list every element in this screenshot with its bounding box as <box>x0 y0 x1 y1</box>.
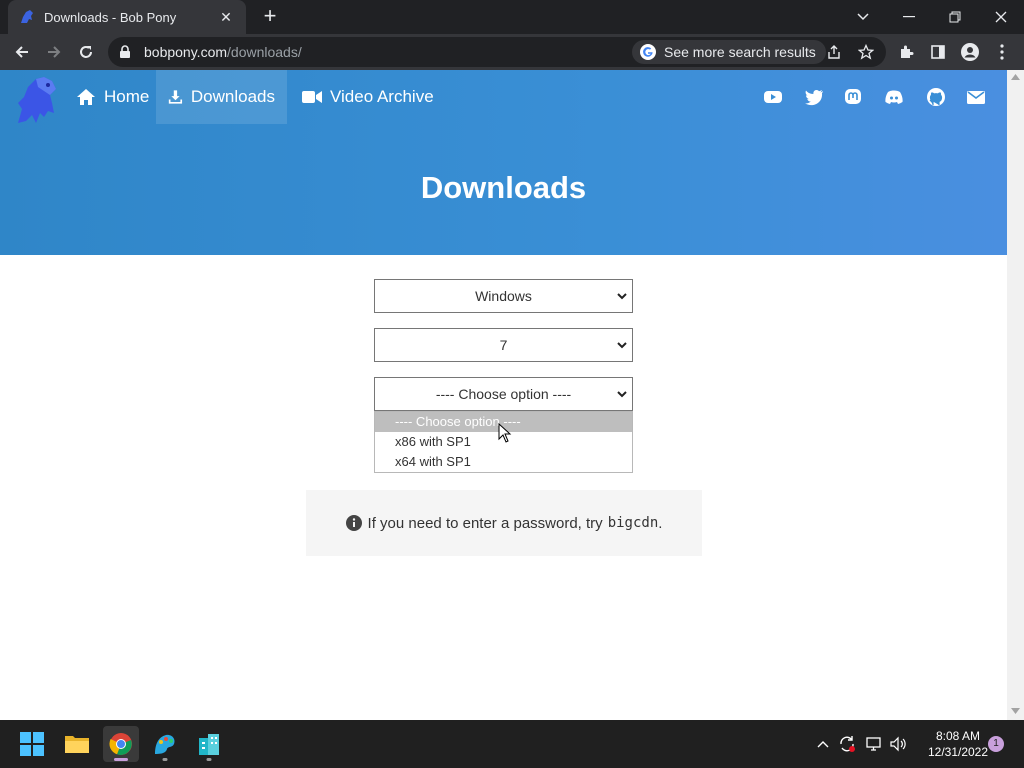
notification-badge[interactable]: 1 <box>988 736 1004 752</box>
nav-video-archive[interactable]: Video Archive <box>290 70 446 124</box>
windows-taskbar: 8:08 AM 12/31/2022 1 <box>0 720 1024 768</box>
url-host: bobpony.com <box>144 44 228 60</box>
bobpony-favicon-icon <box>21 10 33 23</box>
menu-kebab-icon[interactable] <box>988 38 1016 66</box>
browser-tab-bar: Downloads - Bob Pony ✕ + <box>0 0 1024 34</box>
pinned-app-paint[interactable] <box>147 726 183 762</box>
url-path: /downloads/ <box>227 44 302 60</box>
nav-home[interactable]: Home <box>64 70 161 124</box>
discord-icon[interactable] <box>884 87 904 107</box>
restore-button[interactable] <box>932 0 978 34</box>
chrome-app[interactable] <box>103 726 139 762</box>
address-bar[interactable]: bobpony.com/downloads/ See more search r… <box>108 37 886 67</box>
bobpony-logo-icon[interactable] <box>10 73 62 125</box>
download-icon <box>168 90 183 104</box>
forward-button[interactable] <box>40 38 68 66</box>
extensions-icon[interactable] <box>892 38 920 66</box>
side-panel-icon[interactable] <box>924 38 952 66</box>
page-viewport: Home Downloads Video Archive Downloads W… <box>0 70 1007 720</box>
tab-search-icon[interactable] <box>840 0 886 34</box>
os-select[interactable]: Windows <box>374 279 633 313</box>
twitter-icon[interactable] <box>804 87 824 107</box>
file-explorer-app[interactable] <box>59 726 95 762</box>
google-icon <box>640 44 656 60</box>
pinned-app-buildings[interactable] <box>191 726 227 762</box>
start-button[interactable] <box>14 726 50 762</box>
page-title: Downloads <box>420 170 587 205</box>
share-icon[interactable] <box>820 38 848 66</box>
tab-title: Downloads - Bob Pony <box>44 9 177 25</box>
folder-icon <box>65 736 89 753</box>
nav-video-archive-label: Video Archive <box>330 87 434 106</box>
password-note: If you need to enter a password, try big… <box>306 490 702 556</box>
tray-overflow-chevron-icon[interactable] <box>813 734 833 754</box>
running-indicator <box>206 758 212 761</box>
running-indicator <box>162 758 168 761</box>
back-button[interactable] <box>8 38 36 66</box>
chrome-icon <box>109 733 132 755</box>
site-navbar: Home Downloads Video Archive <box>0 70 1007 124</box>
version-select[interactable]: 7 <box>374 328 633 362</box>
nav-home-label: Home <box>104 87 150 106</box>
edition-select[interactable]: ---- Choose option ---- <box>374 377 633 411</box>
reload-button[interactable] <box>72 38 100 66</box>
github-icon[interactable] <box>926 87 946 107</box>
info-icon <box>345 515 362 531</box>
active-indicator <box>114 758 128 761</box>
browser-tab[interactable]: Downloads - Bob Pony ✕ <box>8 0 246 34</box>
chevron-down-icon <box>617 342 627 349</box>
sync-icon[interactable] <box>837 734 857 754</box>
home-icon <box>77 89 95 105</box>
buildings-icon <box>199 734 219 755</box>
mouse-cursor-icon <box>498 423 512 443</box>
lock-icon <box>120 45 130 58</box>
password-code: bigcdn <box>607 515 659 531</box>
bookmark-star-icon[interactable] <box>852 38 880 66</box>
mastodon-icon[interactable] <box>843 87 863 107</box>
nav-downloads[interactable]: Downloads <box>156 70 287 124</box>
video-camera-icon <box>302 91 322 103</box>
search-results-chip[interactable]: See more search results <box>632 40 826 64</box>
minimize-button[interactable] <box>886 0 932 34</box>
paint-icon <box>155 734 175 754</box>
version-select-value: 7 <box>499 337 508 353</box>
chevron-down-icon <box>617 391 627 398</box>
url-text: bobpony.com/downloads/ <box>144 44 302 60</box>
new-tab-button[interactable]: + <box>258 5 282 29</box>
volume-icon[interactable] <box>888 734 908 754</box>
dropdown-option[interactable]: x64 with SP1 <box>375 452 632 472</box>
hero-banner: Home Downloads Video Archive Downloads <box>0 70 1007 255</box>
note-end: . <box>658 514 663 532</box>
os-select-value: Windows <box>475 288 532 304</box>
network-icon[interactable] <box>864 734 884 754</box>
mail-icon[interactable] <box>966 87 986 107</box>
profile-icon[interactable] <box>956 38 984 66</box>
browser-toolbar: bobpony.com/downloads/ See more search r… <box>0 34 1024 70</box>
youtube-icon[interactable] <box>763 87 783 107</box>
windows-start-icon <box>20 732 44 756</box>
close-window-button[interactable] <box>978 0 1024 34</box>
note-text: If you need to enter a password, try <box>367 514 603 532</box>
search-chip-label: See more search results <box>664 44 816 60</box>
page-scrollbar[interactable] <box>1007 70 1024 720</box>
tab-close-icon[interactable]: ✕ <box>216 9 236 26</box>
edition-select-value: ---- Choose option ---- <box>435 386 572 402</box>
nav-downloads-label: Downloads <box>190 87 275 106</box>
chevron-down-icon <box>617 293 627 300</box>
